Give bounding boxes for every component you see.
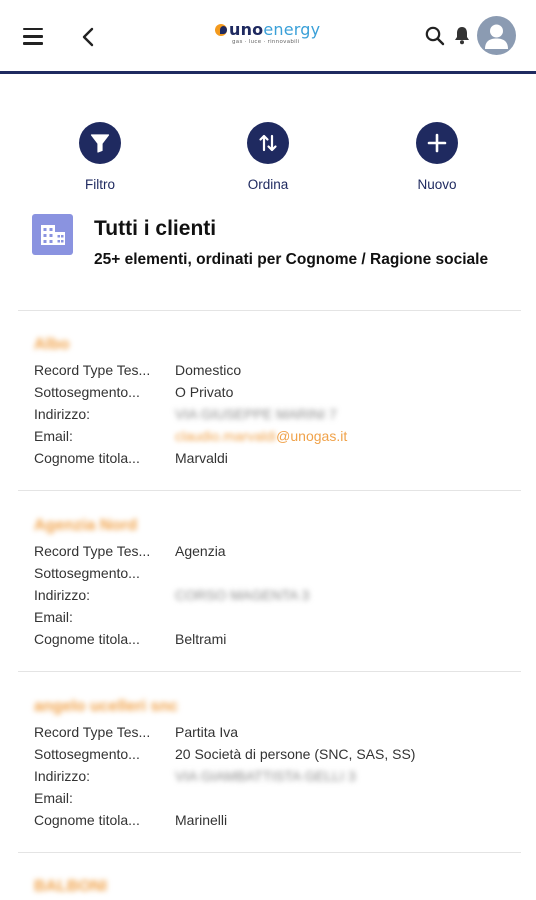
sort-arrows-icon bbox=[259, 134, 277, 152]
logo-uno: uno bbox=[229, 20, 264, 39]
cognome-value: Marinelli bbox=[175, 812, 228, 828]
record-name[interactable]: Albo bbox=[34, 333, 514, 357]
record-type-label: Record Type Tes... bbox=[34, 543, 151, 559]
indirizzo-value: CORSO MAGENTA 3 bbox=[175, 587, 310, 603]
cognome-value: Marvaldi bbox=[175, 450, 228, 466]
email-domain[interactable]: @unogas.it bbox=[276, 428, 347, 444]
sottosegmento-label: Sottosegmento... bbox=[34, 384, 140, 400]
search-icon[interactable] bbox=[424, 25, 446, 47]
email-label: Email: bbox=[34, 790, 73, 806]
email-label: Email: bbox=[34, 609, 73, 625]
sottosegmento-label: Sottosegmento... bbox=[34, 746, 140, 762]
new-button[interactable]: Nuovo bbox=[392, 122, 482, 192]
cognome-label: Cognome titola... bbox=[34, 631, 140, 647]
divider bbox=[18, 671, 521, 672]
email-label: Email: bbox=[34, 428, 73, 444]
divider bbox=[18, 310, 521, 311]
sottosegmento-value: 20 Società di persone (SNC, SAS, SS) bbox=[175, 746, 416, 762]
indirizzo-label: Indirizzo: bbox=[34, 768, 91, 784]
record-type-label: Record Type Tes... bbox=[34, 724, 151, 740]
indirizzo-label: Indirizzo: bbox=[34, 587, 91, 603]
new-label: Nuovo bbox=[417, 177, 457, 192]
list-actions: Filtro Ordina Nuovo bbox=[0, 122, 536, 196]
record-type-value: Agenzia bbox=[175, 543, 226, 559]
divider bbox=[18, 490, 521, 491]
cognome-label: Cognome titola... bbox=[34, 450, 140, 466]
hamburger-menu-icon[interactable] bbox=[23, 28, 43, 45]
record-card[interactable]: BALBONI bbox=[34, 875, 514, 899]
record-card[interactable]: angelo ucelleri snc Record Type Tes... P… bbox=[34, 695, 514, 831]
filter-label: Filtro bbox=[85, 177, 115, 192]
app-header: unoenergy gas · luce · rinnovabili bbox=[0, 0, 536, 72]
indirizzo-label: Indirizzo: bbox=[34, 406, 91, 422]
sort-label: Ordina bbox=[247, 177, 289, 192]
record-type-label: Record Type Tes... bbox=[34, 362, 151, 378]
unoenergy-logo[interactable]: unoenergy gas · luce · rinnovabili bbox=[213, 20, 325, 50]
indirizzo-value: VIA GIAMBATTISTA GELLI 3 bbox=[175, 768, 356, 784]
record-name[interactable]: BALBONI bbox=[34, 875, 514, 899]
record-name[interactable]: Agenzia Nord bbox=[34, 514, 514, 538]
sort-button[interactable]: Ordina bbox=[223, 122, 313, 192]
email-value[interactable]: claudio.marvaldi@unogas.it bbox=[175, 425, 347, 447]
record-type-value: Domestico bbox=[175, 362, 242, 378]
cognome-label: Cognome titola... bbox=[34, 812, 140, 828]
chevron-left-icon[interactable] bbox=[78, 25, 98, 49]
indirizzo-value: VIA GIUSEPPE MARINI 7 bbox=[175, 406, 337, 422]
sottosegmento-label: Sottosegmento... bbox=[34, 565, 140, 581]
logo-energy: energy bbox=[263, 20, 321, 39]
logo-tagline: gas · luce · rinnovabili bbox=[232, 39, 300, 45]
sottosegmento-value: O Privato bbox=[175, 384, 234, 400]
user-avatar-icon[interactable] bbox=[477, 16, 516, 55]
record-name[interactable]: angelo ucelleri snc bbox=[34, 695, 514, 719]
record-card[interactable]: Agenzia Nord Record Type Tes... Agenzia … bbox=[34, 514, 514, 650]
filter-button[interactable]: Filtro bbox=[55, 122, 145, 192]
cognome-value: Beltrami bbox=[175, 631, 227, 647]
header-accent-line bbox=[0, 71, 536, 74]
email-local-part[interactable]: claudio.marvaldi bbox=[175, 428, 276, 444]
list-subtitle: 25+ elementi, ordinati per Cognome / Rag… bbox=[94, 251, 489, 268]
logo-mark-icon bbox=[215, 24, 227, 36]
filter-funnel-icon bbox=[90, 134, 110, 153]
divider bbox=[18, 852, 521, 853]
bell-icon[interactable] bbox=[451, 24, 473, 46]
building-icon bbox=[32, 214, 73, 255]
record-card[interactable]: Albo Record Type Tes... Domestico Sottos… bbox=[34, 333, 514, 469]
plus-icon bbox=[427, 133, 447, 153]
list-title: Tutti i clienti bbox=[94, 217, 217, 240]
record-type-value: Partita Iva bbox=[175, 724, 239, 740]
